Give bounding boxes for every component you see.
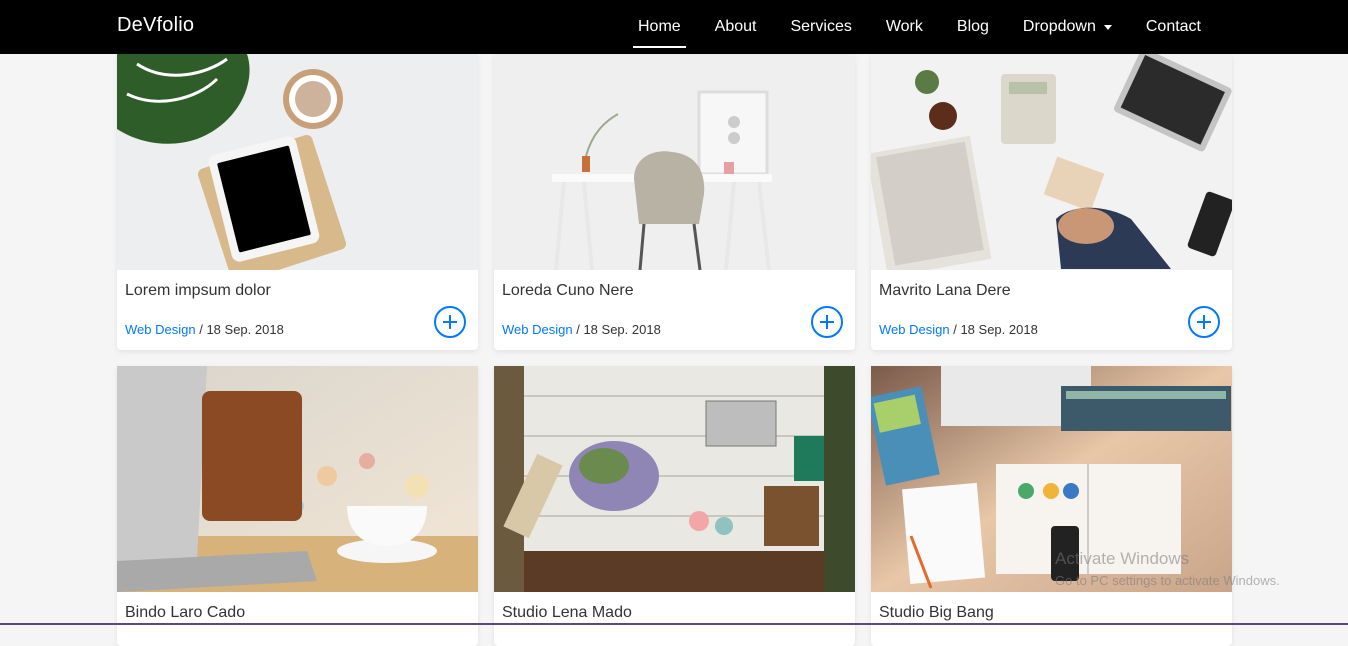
card-body: Studio Lena Mado bbox=[494, 592, 855, 622]
card-title[interactable]: Loreda Cuno Nere bbox=[502, 282, 847, 300]
portfolio-card[interactable]: Bindo Laro Cado bbox=[117, 366, 478, 646]
nav-item-contact[interactable]: Contact bbox=[1129, 0, 1218, 54]
nav-label: Blog bbox=[957, 18, 989, 36]
card-meta: Web Design / 18 Sep. 2018 bbox=[502, 322, 847, 337]
portfolio-card[interactable]: Loreda Cuno Nere Web Design / 18 Sep. 20… bbox=[494, 54, 855, 350]
card-body: Bindo Laro Cado bbox=[117, 592, 478, 622]
plus-circle-icon[interactable] bbox=[1188, 306, 1220, 338]
card-meta: Web Design / 18 Sep. 2018 bbox=[879, 322, 1224, 337]
nav-item-work[interactable]: Work bbox=[869, 0, 940, 54]
portfolio-image[interactable] bbox=[494, 366, 855, 592]
nav-label: About bbox=[715, 18, 757, 36]
card-category[interactable]: Web Design bbox=[125, 322, 196, 337]
meta-separator: / bbox=[199, 322, 203, 337]
meta-separator: / bbox=[953, 322, 957, 337]
meta-separator: / bbox=[576, 322, 580, 337]
card-category[interactable]: Web Design bbox=[879, 322, 950, 337]
card-title[interactable]: Bindo Laro Cado bbox=[125, 604, 470, 622]
nav-item-dropdown[interactable]: Dropdown bbox=[1006, 0, 1129, 54]
card-title[interactable]: Studio Lena Mado bbox=[502, 604, 847, 622]
nav-item-blog[interactable]: Blog bbox=[940, 0, 1006, 54]
activate-windows-watermark: Activate Windows Go to PC settings to ac… bbox=[1055, 548, 1280, 592]
card-date: 18 Sep. 2018 bbox=[583, 322, 660, 337]
nav-label: Dropdown bbox=[1023, 18, 1096, 36]
card-body: Mavrito Lana Dere Web Design / 18 Sep. 2… bbox=[871, 270, 1232, 337]
brand-logo[interactable]: DeVfolio bbox=[117, 14, 194, 37]
nav-item-about[interactable]: About bbox=[698, 0, 774, 54]
card-title[interactable]: Lorem impsum dolor bbox=[125, 282, 470, 300]
portfolio-card[interactable]: Lorem impsum dolor Web Design / 18 Sep. … bbox=[117, 54, 478, 350]
card-title[interactable]: Studio Big Bang bbox=[879, 604, 1224, 622]
portfolio-card[interactable]: Mavrito Lana Dere Web Design / 18 Sep. 2… bbox=[871, 54, 1232, 350]
nav-label: Work bbox=[886, 18, 923, 36]
top-navbar: DeVfolio Home About Services Work Blog D… bbox=[0, 0, 1348, 54]
card-meta: Web Design / 18 Sep. 2018 bbox=[125, 322, 470, 337]
plus-circle-icon[interactable] bbox=[434, 306, 466, 338]
card-title[interactable]: Mavrito Lana Dere bbox=[879, 282, 1224, 300]
portfolio-image[interactable] bbox=[871, 54, 1232, 270]
portfolio-image[interactable] bbox=[494, 54, 855, 270]
nav-item-services[interactable]: Services bbox=[773, 0, 868, 54]
caret-down-icon bbox=[1104, 25, 1112, 30]
nav-label: Home bbox=[638, 18, 681, 36]
main-nav: Home About Services Work Blog Dropdown C… bbox=[621, 0, 1218, 54]
nav-item-home[interactable]: Home bbox=[621, 0, 698, 54]
nav-label: Contact bbox=[1146, 18, 1201, 36]
portfolio-card[interactable]: Studio Lena Mado bbox=[494, 366, 855, 646]
watermark-title: Activate Windows bbox=[1055, 548, 1280, 570]
card-category[interactable]: Web Design bbox=[502, 322, 573, 337]
nav-label: Services bbox=[790, 18, 851, 36]
card-date: 18 Sep. 2018 bbox=[206, 322, 283, 337]
portfolio-card[interactable]: Studio Big Bang bbox=[871, 366, 1232, 646]
card-date: 18 Sep. 2018 bbox=[960, 322, 1037, 337]
card-body: Lorem impsum dolor Web Design / 18 Sep. … bbox=[117, 270, 478, 337]
watermark-subtitle: Go to PC settings to activate Windows. bbox=[1055, 570, 1280, 592]
portfolio-image[interactable] bbox=[117, 366, 478, 592]
card-body: Loreda Cuno Nere Web Design / 18 Sep. 20… bbox=[494, 270, 855, 337]
portfolio-image[interactable] bbox=[117, 54, 478, 270]
card-body: Studio Big Bang bbox=[871, 592, 1232, 622]
plus-circle-icon[interactable] bbox=[811, 306, 843, 338]
